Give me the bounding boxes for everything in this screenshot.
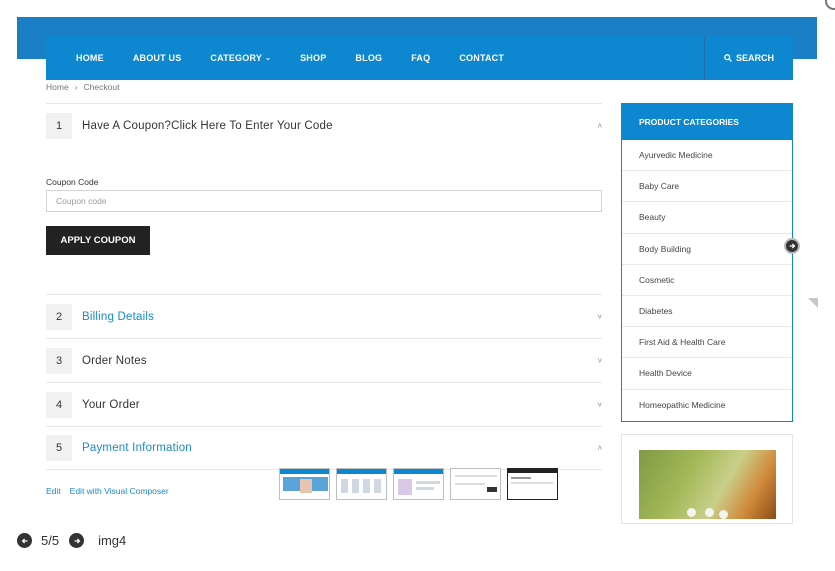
gallery-thumbnail-5[interactable] (507, 468, 558, 500)
chevron-down-icon: ˅ (597, 400, 602, 409)
step-title: Payment Information (82, 442, 192, 454)
edit-link[interactable]: Edit (46, 486, 61, 496)
breadcrumb-separator: › (74, 82, 78, 92)
nav-shop[interactable]: SHOP (300, 53, 326, 63)
edit-links: Edit Edit with Visual Composer (46, 486, 169, 496)
step-number: 5 (46, 435, 72, 461)
chevron-down-icon: ⌄ (265, 55, 272, 62)
corner-fold (808, 298, 818, 308)
step-title: Have A Coupon?Click Here To Enter Your C… (82, 119, 333, 132)
search-button[interactable]: SEARCH (704, 36, 793, 80)
search-icon (724, 54, 732, 62)
category-item[interactable]: Body Building (622, 234, 792, 265)
gallery-thumbnail-3[interactable] (393, 468, 444, 500)
step-number: 4 (46, 391, 72, 418)
category-item[interactable]: Cosmetic (622, 265, 792, 296)
chevron-down-icon: ˅ (597, 356, 602, 365)
step-title: Your Order (82, 398, 140, 411)
category-item[interactable]: Baby Care (622, 171, 792, 203)
main-navbar: HOME ABOUT US CATEGORY ⌄ SHOP BLOG FAQ C… (46, 36, 793, 80)
chevron-up-icon: ˄ (597, 121, 602, 130)
gallery-caption: img4 (98, 533, 127, 548)
accordion-billing[interactable]: 2 Billing Details ˅ (46, 294, 602, 338)
nav-blog[interactable]: BLOG (355, 53, 382, 63)
accordion-order-notes[interactable]: 3 Order Notes ˅ (46, 338, 602, 382)
breadcrumb-current: Checkout (83, 82, 120, 92)
nav-contact[interactable]: CONTACT (459, 53, 504, 63)
step-title: Order Notes (82, 354, 147, 367)
nav-faq[interactable]: FAQ (411, 53, 430, 63)
category-item[interactable]: Ayurvedic Medicine (622, 140, 792, 172)
product-categories-sidebar: PRODUCT CATEGORIES Ayurvedic Medicine Ba… (621, 103, 793, 422)
coupon-input[interactable] (46, 190, 602, 212)
step-number: 2 (46, 303, 72, 330)
edit-visual-composer-link[interactable]: Edit with Visual Composer (70, 486, 169, 496)
accordion-coupon[interactable]: 1 Have A Coupon?Click Here To Enter Your… (46, 103, 602, 147)
chevron-up-icon: ˄ (597, 443, 602, 453)
breadcrumb: Home › Checkout (46, 82, 119, 92)
nav-category[interactable]: CATEGORY ⌄ (210, 53, 271, 63)
category-item[interactable]: Homeopathic Medicine (622, 390, 792, 421)
promo-box (621, 434, 793, 524)
arrow-left-circle-icon[interactable] (17, 533, 32, 548)
search-label: SEARCH (735, 53, 774, 63)
promo-image[interactable] (639, 450, 776, 519)
category-item[interactable]: Beauty (622, 202, 792, 234)
chevron-down-icon: ˅ (597, 312, 602, 321)
category-item[interactable]: First Aid & Health Care (622, 327, 792, 359)
category-item[interactable]: Health Device (622, 358, 792, 390)
accordion-payment[interactable]: 5 Payment Information ˄ (46, 426, 602, 470)
category-item[interactable]: Diabetes (622, 296, 792, 328)
nav-about-us[interactable]: ABOUT US (133, 53, 182, 63)
accordion-your-order[interactable]: 4 Your Order ˅ (46, 382, 602, 426)
step-number: 3 (46, 347, 72, 374)
gallery-counter: 5/5 (41, 533, 60, 548)
sidebar-title: PRODUCT CATEGORIES (622, 104, 792, 140)
arrow-right-circle-icon[interactable] (69, 533, 85, 548)
nav-category-label: CATEGORY (210, 53, 263, 63)
apply-coupon-button[interactable]: APPLY COUPON (46, 226, 150, 255)
step-title: Billing Details (82, 310, 155, 323)
coupon-label: Coupon Code (46, 177, 99, 187)
close-icon[interactable] (825, 0, 835, 10)
step-number: 1 (46, 112, 72, 139)
gallery-pager: 5/5 img4 (17, 533, 126, 548)
gallery-thumbnail-2[interactable] (336, 468, 387, 500)
gallery-thumbnail-1[interactable] (279, 468, 330, 500)
gallery-thumbnail-4[interactable] (450, 468, 501, 500)
arrow-right-circle-icon[interactable] (784, 238, 800, 254)
breadcrumb-home[interactable]: Home (46, 82, 69, 92)
nav-home[interactable]: HOME (76, 53, 104, 63)
gallery-thumbnails (279, 468, 558, 500)
